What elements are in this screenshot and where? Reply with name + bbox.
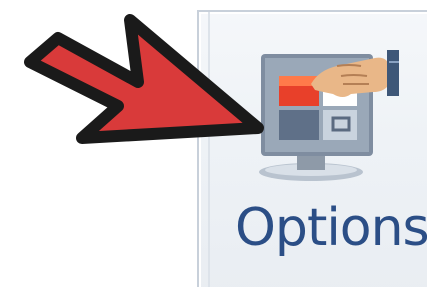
button-divider [208, 12, 210, 287]
options-icon [259, 50, 399, 181]
options-label: Options [235, 198, 427, 258]
screenshot-crop: Options [0, 0, 427, 287]
options-button[interactable]: Options [197, 10, 427, 287]
